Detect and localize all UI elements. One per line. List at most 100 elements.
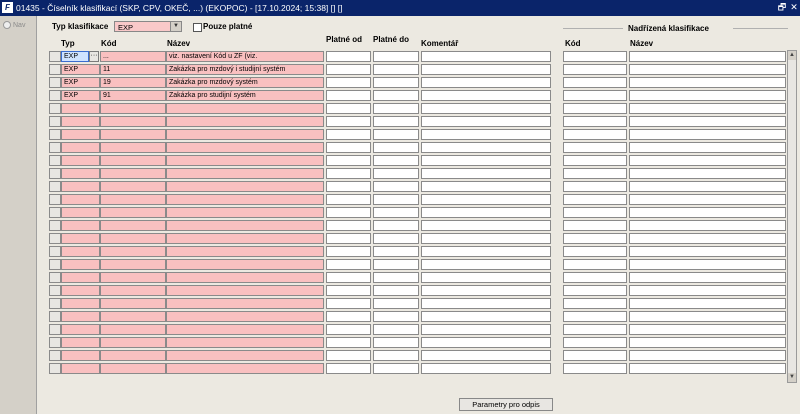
cell-platne-do[interactable] xyxy=(373,259,419,270)
cell-platne-od[interactable] xyxy=(326,285,371,296)
cell-typ[interactable] xyxy=(61,129,100,140)
cell-nazev[interactable] xyxy=(166,324,324,335)
cell-platne-do[interactable] xyxy=(373,207,419,218)
cell-platne-od[interactable] xyxy=(326,246,371,257)
cell-parent-nazev[interactable] xyxy=(629,259,786,270)
row-selector[interactable] xyxy=(49,298,61,309)
cell-nazev[interactable] xyxy=(166,311,324,322)
cell-komentar[interactable] xyxy=(421,207,551,218)
cell-typ[interactable] xyxy=(61,142,100,153)
cell-nazev[interactable] xyxy=(166,298,324,309)
cell-platne-do[interactable] xyxy=(373,324,419,335)
row-selector[interactable] xyxy=(49,259,61,270)
cell-komentar[interactable] xyxy=(421,129,551,140)
cell-komentar[interactable] xyxy=(421,285,551,296)
nav-radio[interactable]: Nav xyxy=(3,21,25,29)
cell-kod[interactable] xyxy=(100,363,166,374)
cell-platne-od[interactable] xyxy=(326,142,371,153)
cell-parent-nazev[interactable] xyxy=(629,363,786,374)
cell-typ[interactable]: EXP xyxy=(61,64,100,75)
row-selector[interactable] xyxy=(49,324,61,335)
cell-nazev[interactable] xyxy=(166,363,324,374)
cell-parent-kod[interactable] xyxy=(563,363,627,374)
cell-platne-do[interactable] xyxy=(373,285,419,296)
cell-parent-nazev[interactable] xyxy=(629,51,786,62)
cell-platne-od[interactable] xyxy=(326,77,371,88)
cell-kod[interactable] xyxy=(100,129,166,140)
cell-komentar[interactable] xyxy=(421,363,551,374)
cell-platne-od[interactable] xyxy=(326,155,371,166)
cell-typ[interactable] xyxy=(61,181,100,192)
cell-nazev[interactable] xyxy=(166,142,324,153)
cell-parent-kod[interactable] xyxy=(563,337,627,348)
cell-parent-nazev[interactable] xyxy=(629,207,786,218)
cell-komentar[interactable] xyxy=(421,155,551,166)
cell-typ[interactable] xyxy=(61,350,100,361)
cell-parent-nazev[interactable] xyxy=(629,155,786,166)
cell-typ[interactable] xyxy=(61,324,100,335)
cell-komentar[interactable] xyxy=(421,168,551,179)
cell-platne-od[interactable] xyxy=(326,90,371,101)
row-selector[interactable] xyxy=(49,233,61,244)
cell-komentar[interactable] xyxy=(421,181,551,192)
cell-platne-od[interactable] xyxy=(326,311,371,322)
cell-platne-od[interactable] xyxy=(326,337,371,348)
cell-kod[interactable] xyxy=(100,233,166,244)
cell-platne-do[interactable] xyxy=(373,298,419,309)
cell-kod[interactable] xyxy=(100,220,166,231)
cell-platne-do[interactable] xyxy=(373,350,419,361)
cell-kod[interactable] xyxy=(100,259,166,270)
cell-typ[interactable] xyxy=(61,259,100,270)
cell-komentar[interactable] xyxy=(421,311,551,322)
cell-komentar[interactable] xyxy=(421,116,551,127)
cell-parent-kod[interactable] xyxy=(563,272,627,283)
cell-platne-do[interactable] xyxy=(373,168,419,179)
cell-parent-nazev[interactable] xyxy=(629,298,786,309)
cell-parent-kod[interactable] xyxy=(563,298,627,309)
cell-platne-od[interactable] xyxy=(326,233,371,244)
cell-platne-do[interactable] xyxy=(373,272,419,283)
cell-kod[interactable] xyxy=(100,142,166,153)
cell-komentar[interactable] xyxy=(421,64,551,75)
cell-parent-nazev[interactable] xyxy=(629,220,786,231)
cell-kod[interactable] xyxy=(100,181,166,192)
cell-parent-nazev[interactable] xyxy=(629,233,786,244)
cell-nazev[interactable] xyxy=(166,285,324,296)
cell-komentar[interactable] xyxy=(421,272,551,283)
cell-parent-kod[interactable] xyxy=(563,246,627,257)
cell-parent-kod[interactable] xyxy=(563,350,627,361)
cell-parent-kod[interactable] xyxy=(563,155,627,166)
cell-nazev[interactable] xyxy=(166,116,324,127)
cell-parent-kod[interactable] xyxy=(563,285,627,296)
cell-platne-od[interactable] xyxy=(326,363,371,374)
cell-komentar[interactable] xyxy=(421,259,551,270)
cell-platne-od[interactable] xyxy=(326,298,371,309)
cell-platne-od[interactable] xyxy=(326,220,371,231)
cell-kod[interactable]: ... xyxy=(100,51,166,62)
cell-typ[interactable]: EXP xyxy=(61,51,89,62)
cell-typ[interactable] xyxy=(61,298,100,309)
cell-nazev[interactable] xyxy=(166,168,324,179)
cell-typ[interactable] xyxy=(61,168,100,179)
cell-parent-nazev[interactable] xyxy=(629,168,786,179)
cell-platne-od[interactable] xyxy=(326,272,371,283)
cell-parent-nazev[interactable] xyxy=(629,103,786,114)
cell-platne-do[interactable] xyxy=(373,51,419,62)
cell-parent-nazev[interactable] xyxy=(629,311,786,322)
cell-platne-od[interactable] xyxy=(326,207,371,218)
cell-parent-nazev[interactable] xyxy=(629,90,786,101)
cell-parent-nazev[interactable] xyxy=(629,181,786,192)
cell-nazev[interactable] xyxy=(166,259,324,270)
cell-typ[interactable] xyxy=(61,337,100,348)
cell-komentar[interactable] xyxy=(421,324,551,335)
cell-kod[interactable] xyxy=(100,350,166,361)
row-selector[interactable] xyxy=(49,142,61,153)
close-icon[interactable]: ✕ xyxy=(789,2,799,13)
cell-nazev[interactable] xyxy=(166,350,324,361)
cell-platne-od[interactable] xyxy=(326,350,371,361)
cell-komentar[interactable] xyxy=(421,337,551,348)
cell-parent-nazev[interactable] xyxy=(629,64,786,75)
cell-komentar[interactable] xyxy=(421,51,551,62)
cell-platne-do[interactable] xyxy=(373,337,419,348)
cell-kod[interactable] xyxy=(100,207,166,218)
